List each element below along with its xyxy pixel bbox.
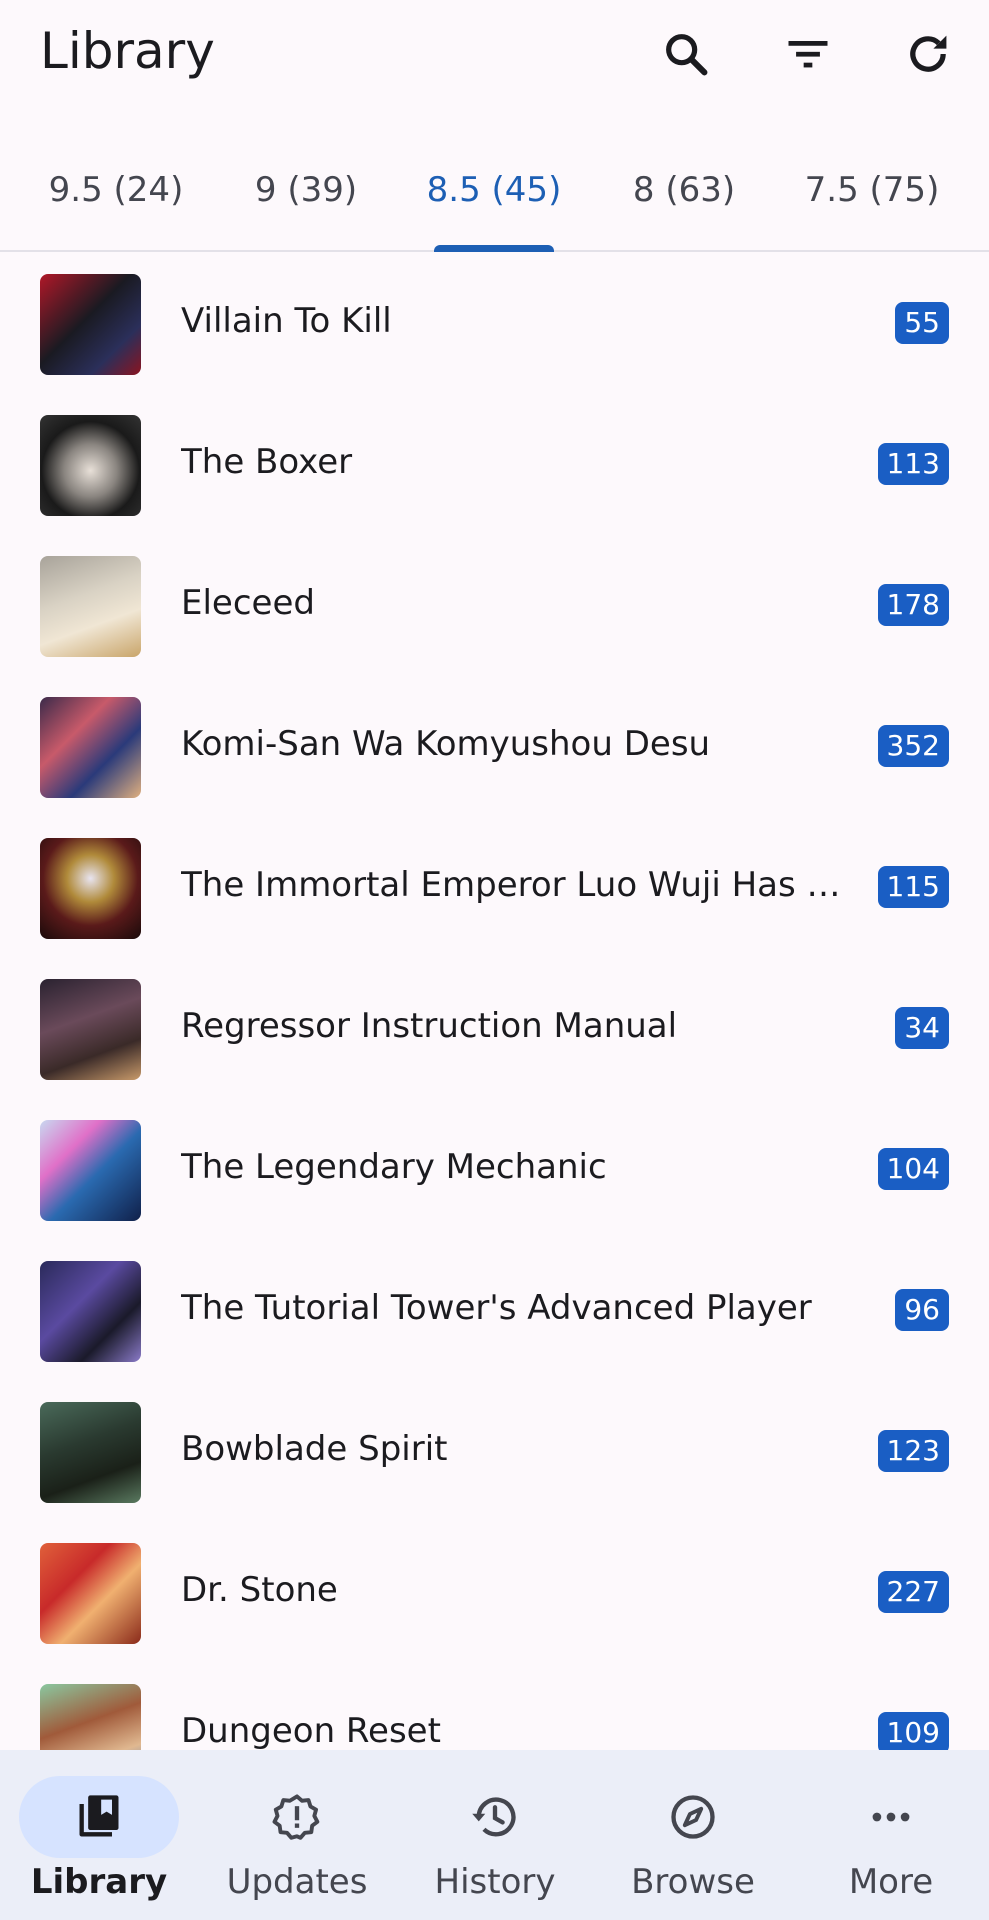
list-item[interactable]: The Boxer 113 [0, 395, 989, 536]
cover-thumbnail [40, 1120, 141, 1221]
unread-count-badge: 178 [877, 584, 949, 626]
unread-count-badge: 123 [877, 1430, 949, 1472]
unread-count-badge: 34 [895, 1007, 949, 1049]
cover-thumbnail [40, 415, 141, 516]
item-title: The Legendary Mechanic [181, 1147, 607, 1187]
cover-thumbnail [40, 838, 141, 939]
unread-count-badge: 352 [877, 725, 949, 767]
nav-label: Updates [226, 1862, 368, 1902]
item-title: Villain To Kill [181, 301, 392, 341]
top-app-bar: Library [0, 0, 989, 110]
bottom-navigation: Library Updates History Browse More [0, 1750, 989, 1920]
active-tab-indicator [434, 245, 554, 252]
item-title: Bowblade Spirit [181, 1429, 448, 1469]
list-item[interactable]: Dr. Stone 227 [0, 1523, 989, 1664]
cover-thumbnail [40, 1261, 141, 1362]
nav-more[interactable]: More [792, 1750, 989, 1920]
tab-9-5[interactable]: 9.5 (24) [36, 170, 196, 230]
unread-count-badge: 55 [895, 302, 949, 344]
cover-thumbnail [40, 274, 141, 375]
list-item[interactable]: The Immortal Emperor Luo Wuji Has Re... … [0, 818, 989, 959]
list-item[interactable]: Regressor Instruction Manual 34 [0, 959, 989, 1100]
item-title: The Tutorial Tower's Advanced Player [181, 1288, 812, 1328]
updates-icon [217, 1776, 377, 1858]
library-screen: Library 9.5 (24) 9 (39) 8.5 (45) 8 (63) … [0, 0, 989, 1920]
list-item[interactable]: Villain To Kill 55 [0, 254, 989, 395]
cover-thumbnail [40, 1684, 141, 1750]
cover-thumbnail [40, 1402, 141, 1503]
unread-count-badge: 109 [877, 1712, 949, 1750]
list-item[interactable]: Eleceed 178 [0, 536, 989, 677]
item-title: Dungeon Reset [181, 1711, 441, 1750]
page-title: Library [40, 22, 215, 80]
item-title: Eleceed [181, 583, 315, 623]
nav-label: Browse [631, 1862, 755, 1902]
nav-history[interactable]: History [396, 1750, 594, 1920]
item-title: Komi-San Wa Komyushou Desu [181, 724, 711, 764]
nav-label: History [434, 1862, 556, 1902]
tab-8[interactable]: 8 (63) [614, 170, 754, 230]
list-item[interactable]: Bowblade Spirit 123 [0, 1382, 989, 1523]
unread-count-badge: 115 [877, 866, 949, 908]
library-list[interactable]: Villain To Kill 55 The Boxer 113 Eleceed… [0, 254, 989, 1750]
item-title: The Immortal Emperor Luo Wuji Has Re... [181, 865, 851, 905]
tab-8-5[interactable]: 8.5 (45) [414, 170, 574, 230]
refresh-icon[interactable] [898, 24, 958, 84]
filter-icon[interactable] [778, 24, 838, 84]
category-tabs: 9.5 (24) 9 (39) 8.5 (45) 8 (63) 7.5 (75) [0, 150, 989, 252]
unread-count-badge: 113 [877, 443, 949, 485]
nav-updates[interactable]: Updates [198, 1750, 396, 1920]
tab-9[interactable]: 9 (39) [236, 170, 376, 230]
list-item[interactable]: Dungeon Reset 109 [0, 1664, 989, 1750]
nav-label: More [848, 1862, 934, 1902]
cover-thumbnail [40, 697, 141, 798]
nav-browse[interactable]: Browse [594, 1750, 792, 1920]
more-icon [811, 1776, 971, 1858]
cover-thumbnail [40, 979, 141, 1080]
nav-label: Library [30, 1862, 168, 1902]
cover-thumbnail [40, 556, 141, 657]
list-item[interactable]: The Tutorial Tower's Advanced Player 96 [0, 1241, 989, 1382]
library-icon [19, 1776, 179, 1858]
unread-count-badge: 96 [895, 1289, 949, 1331]
search-icon[interactable] [656, 24, 716, 84]
unread-count-badge: 227 [877, 1571, 949, 1613]
item-title: Dr. Stone [181, 1570, 338, 1610]
list-item[interactable]: The Legendary Mechanic 104 [0, 1100, 989, 1241]
unread-count-badge: 104 [877, 1148, 949, 1190]
nav-library[interactable]: Library [0, 1750, 198, 1920]
item-title: The Boxer [181, 442, 353, 482]
browse-icon [613, 1776, 773, 1858]
history-icon [415, 1776, 575, 1858]
item-title: Regressor Instruction Manual [181, 1006, 678, 1046]
cover-thumbnail [40, 1543, 141, 1644]
list-item[interactable]: Komi-San Wa Komyushou Desu 352 [0, 677, 989, 818]
tab-7-5[interactable]: 7.5 (75) [792, 170, 952, 230]
